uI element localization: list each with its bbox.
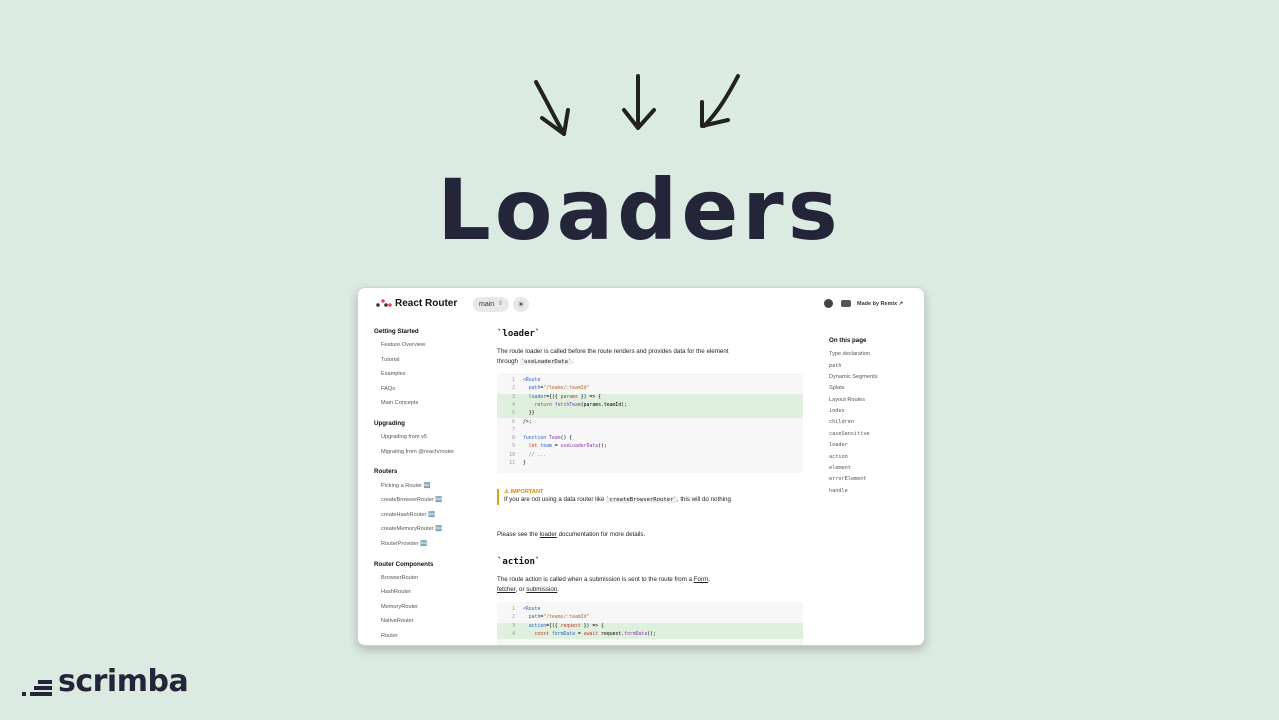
sidebar-item[interactable]: createMemoryRouter 🆕 xyxy=(381,526,442,532)
sidebar-item[interactable]: Tutorial xyxy=(381,357,399,363)
action-description: The route action is called when a submis… xyxy=(497,576,710,593)
sidebar-section-title: Getting Started xyxy=(374,328,419,335)
toc-item[interactable]: element xyxy=(829,465,851,471)
scrimba-mark-icon xyxy=(22,680,52,696)
toc-item[interactable]: caseSensitive xyxy=(829,431,870,437)
toc-item[interactable]: action xyxy=(829,454,848,460)
important-text: If you are not using a data router like … xyxy=(504,496,731,503)
toc-title: On this page xyxy=(829,337,867,344)
made-by-remix-link[interactable]: Made by Remix ↗ xyxy=(857,301,903,307)
sidebar-section-title: Router Components xyxy=(374,561,434,568)
version-select[interactable]: main ⇕ xyxy=(473,297,509,312)
submission-link[interactable]: submission xyxy=(526,586,557,593)
form-link[interactable]: Form xyxy=(694,576,708,583)
sidebar-item[interactable]: Examples xyxy=(381,371,406,377)
toc-item[interactable]: Splats xyxy=(829,385,845,391)
sidebar-item[interactable]: HashRouter xyxy=(381,589,411,595)
sun-icon: ☀ xyxy=(517,300,525,309)
sidebar-item[interactable]: MemoryRouter xyxy=(381,604,418,610)
scrimba-wordmark: scrimba xyxy=(58,664,189,699)
loader-heading: `loader` xyxy=(497,329,541,339)
loader-see-more: Please see the loader documentation for … xyxy=(497,531,646,538)
toc-item[interactable]: Dynamic Segments xyxy=(829,374,878,380)
sidebar-item[interactable]: Migrating from @reach/router xyxy=(381,449,454,455)
sidebar-item[interactable]: RouterProvider 🆕 xyxy=(381,541,427,547)
sidebar-section-title: Routers xyxy=(374,468,398,475)
react-router-logo-icon xyxy=(376,299,392,307)
loader-description: The route loader is called before the ro… xyxy=(497,348,729,365)
important-callout: ⚠ IMPORTANT If you are not using a data … xyxy=(497,489,734,505)
sidebar-item[interactable]: Feature Overview xyxy=(381,342,425,348)
down-arrows-icon xyxy=(534,74,740,136)
loader-code-block: 1 <Route 2 path="/teams/:teamId" 3 loader… xyxy=(497,373,803,473)
action-code-block: 1 <Route 2 path="/teams/:teamId" 3 action… xyxy=(497,602,803,645)
fetcher-link[interactable]: fetcher xyxy=(497,586,516,593)
docs-topbar: React Router main ⇕ ☀ Made by Remix ↗ xyxy=(358,288,924,322)
action-heading: `action` xyxy=(497,557,541,567)
toc-item[interactable]: Layout Routes xyxy=(829,397,865,403)
github-icon[interactable] xyxy=(824,299,833,308)
sidebar-item[interactable]: createHashRouter 🆕 xyxy=(381,512,435,518)
chevron-down-icon: ⇕ xyxy=(497,301,503,307)
sidebar-section-title: Upgrading xyxy=(374,420,405,427)
sidebar-item[interactable]: Router xyxy=(381,633,398,639)
toc-item[interactable]: Type declaration xyxy=(829,351,870,357)
docs-screenshot: React Router main ⇕ ☀ Made by Remix ↗ Get… xyxy=(357,287,925,646)
sidebar-item[interactable]: NativeRouter xyxy=(381,618,414,624)
toc-item[interactable]: loader xyxy=(829,442,848,448)
sidebar-item[interactable]: BrowserRouter xyxy=(381,575,418,581)
app-name: React Router xyxy=(395,298,458,309)
hero-title: Loaders xyxy=(437,161,842,259)
theme-toggle-button[interactable]: ☀ xyxy=(513,297,529,312)
toc-item[interactable]: handle xyxy=(829,488,848,494)
sidebar-item[interactable]: Picking a Router 🆕 xyxy=(381,483,431,489)
sidebar-item[interactable]: Main Concepts xyxy=(381,400,418,406)
version-value: main xyxy=(479,301,495,308)
toc-item[interactable]: index xyxy=(829,408,845,414)
loader-doc-link[interactable]: loader xyxy=(540,531,557,538)
sidebar-item[interactable]: Upgrading from v5 xyxy=(381,434,427,440)
toc-item[interactable]: errorElement xyxy=(829,476,866,482)
sidebar-item[interactable]: FAQs xyxy=(381,386,395,392)
discord-icon[interactable] xyxy=(841,300,851,307)
sidebar-item[interactable]: createBrowserRouter 🆕 xyxy=(381,497,442,503)
toc-item[interactable]: path xyxy=(829,363,842,369)
toc-item[interactable]: children xyxy=(829,419,854,425)
